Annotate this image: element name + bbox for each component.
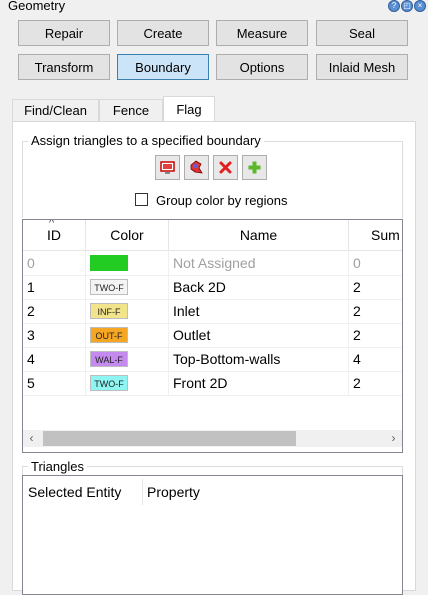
cell-id: 1 [23,275,86,299]
cell-color: TWO-F [86,371,169,395]
measure-button[interactable]: Measure [216,20,308,46]
column-header-id-label: ID [47,227,61,243]
panel-titlebar: Geometry ? ◰ × [0,0,428,15]
cell-sum: 2 [353,375,361,391]
panel-title: Geometry [8,0,66,13]
boundary-table[interactable]: ^ ID Color Name Sum 0 Not Assigned 0 1 TWO-F… [22,219,403,453]
table-row[interactable]: 3 OUT-F Outlet 2 [23,323,402,348]
group-color-checkbox[interactable] [135,193,148,206]
cell-id: 5 [23,371,86,395]
close-icon[interactable]: × [414,0,426,12]
help-icon[interactable]: ? [388,0,400,12]
cell-id: 4 [23,347,86,371]
boundary-button[interactable]: Boundary [117,54,209,80]
cell-id: 3 [23,323,86,347]
assign-group-label: Assign triangles to a specified boundary [28,133,264,148]
triangles-table[interactable]: Selected Entity Property [22,475,403,595]
color-swatch[interactable]: INF-F [90,303,128,319]
cell-sum: 0 [353,255,361,271]
color-swatch[interactable]: TWO-F [90,279,128,295]
table-header: ^ ID Color Name Sum [23,220,402,251]
column-header-property[interactable]: Property [147,484,200,500]
column-header-name[interactable]: Name [169,220,349,250]
sort-ascending-icon: ^ [49,219,55,229]
titlebar-icons: ? ◰ × [388,0,426,12]
cell-name: Back 2D [169,275,349,299]
column-header-sum[interactable]: Sum [349,220,402,250]
column-header-name-label: Name [239,227,278,243]
column-header-selected-entity[interactable]: Selected Entity [28,484,121,500]
cell-name: Front 2D [169,371,349,395]
create-button[interactable]: Create [117,20,209,46]
horizontal-scrollbar[interactable]: ‹ › [23,430,402,447]
float-icon[interactable]: ◰ [401,0,413,12]
options-button[interactable]: Options [216,54,308,80]
delete-icon[interactable] [213,155,238,180]
display-boundary-icon[interactable] [155,155,180,180]
cell-name: Top-Bottom-walls [169,347,349,371]
cell-sum: 4 [353,351,361,367]
table-row[interactable]: 4 WAL-F Top-Bottom-walls 4 [23,347,402,372]
color-swatch[interactable]: TWO-F [90,375,128,391]
cell-id: 0 [23,251,86,275]
scrollbar-thumb[interactable] [43,431,296,446]
table-row[interactable]: 1 TWO-F Back 2D 2 [23,275,402,300]
cell-color: WAL-F [86,347,169,371]
cell-name: Outlet [169,323,349,347]
color-swatch[interactable]: OUT-F [90,327,128,343]
cell-name: Inlet [169,299,349,323]
scroll-right-icon[interactable]: › [385,430,402,447]
triangles-group-label: Triangles [28,459,87,474]
table-row[interactable]: 2 INF-F Inlet 2 [23,299,402,324]
inlaid-mesh-button[interactable]: Inlaid Mesh [316,54,408,80]
column-header-id[interactable]: ^ ID [23,220,86,250]
table-row[interactable]: 5 TWO-F Front 2D 2 [23,371,402,396]
cell-name: Not Assigned [169,251,349,275]
scroll-left-icon[interactable]: ‹ [23,430,40,447]
add-icon[interactable] [242,155,267,180]
cell-id: 2 [23,299,86,323]
tab-flag[interactable]: Flag [163,96,215,121]
cell-sum: 2 [353,327,361,343]
tab-fence[interactable]: Fence [99,99,163,121]
cell-color [86,251,169,275]
transform-button[interactable]: Transform [18,54,110,80]
column-header-color-label: Color [110,227,144,243]
seal-button[interactable]: Seal [316,20,408,46]
color-swatch[interactable]: WAL-F [90,351,128,367]
cell-color: INF-F [86,299,169,323]
column-divider [142,479,143,505]
region-icon[interactable] [184,155,209,180]
cell-sum: 2 [353,279,361,295]
repair-button[interactable]: Repair [18,20,110,46]
group-color-label: Group color by regions [156,193,288,208]
cell-sum: 2 [353,303,361,319]
cell-color: OUT-F [86,323,169,347]
tab-find-clean[interactable]: Find/Clean [12,99,99,121]
table-row[interactable]: 0 Not Assigned 0 [23,251,402,276]
column-header-sum-label: Sum [371,227,400,243]
column-header-color[interactable]: Color [86,220,169,250]
cell-color: TWO-F [86,275,169,299]
color-swatch[interactable] [90,255,128,271]
